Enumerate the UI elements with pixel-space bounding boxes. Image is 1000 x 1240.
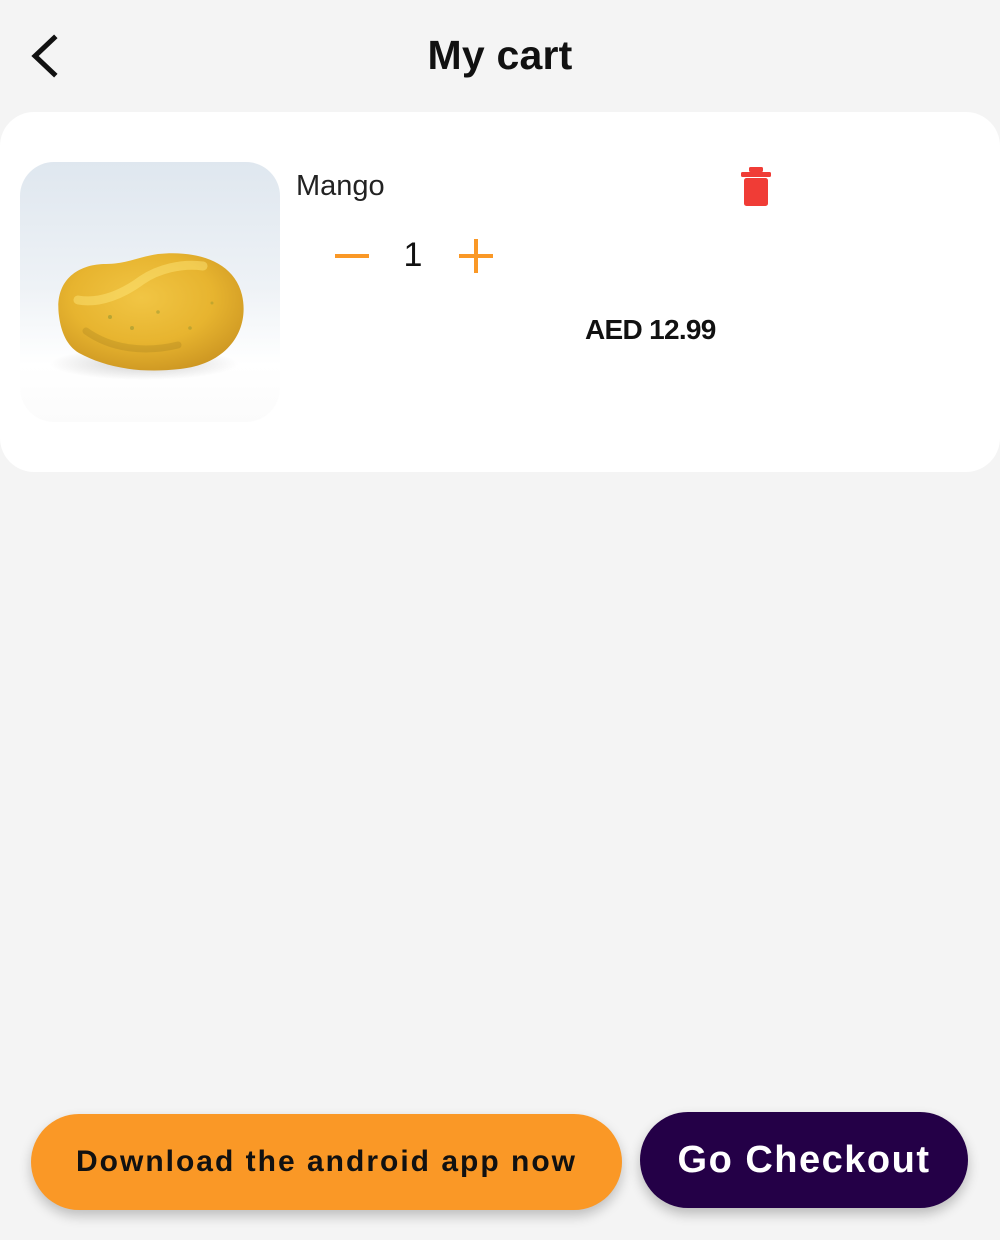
header: My cart — [0, 0, 1000, 110]
download-android-app-button[interactable]: Download the android app now — [31, 1114, 622, 1210]
trash-icon — [741, 167, 771, 206]
plus-icon — [459, 239, 493, 273]
delete-item-button[interactable] — [736, 165, 776, 209]
product-name: Mango — [296, 170, 385, 202]
cart-item-card: Mango 1 AED 12.99 — [0, 112, 1000, 472]
quantity-value: 1 — [403, 236, 423, 274]
mango-image — [50, 253, 244, 380]
page-title: My cart — [427, 32, 573, 78]
checkout-button[interactable]: Go Checkout — [640, 1112, 968, 1208]
item-price: AED 12.99 — [585, 314, 716, 345]
minus-icon — [335, 254, 369, 258]
decrease-quantity-button[interactable] — [329, 233, 375, 279]
product-image — [20, 162, 280, 422]
increase-quantity-button[interactable] — [453, 233, 499, 279]
